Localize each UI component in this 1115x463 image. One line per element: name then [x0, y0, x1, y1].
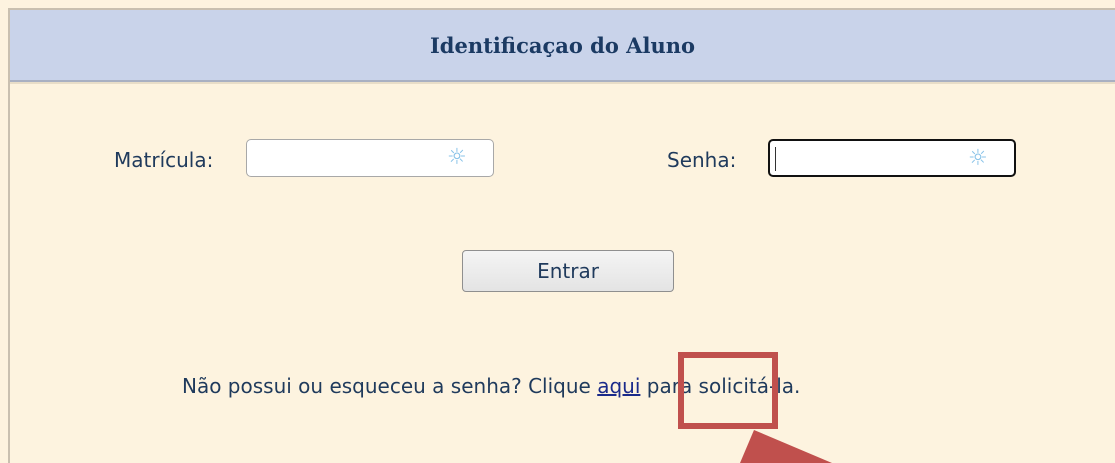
request-password-link[interactable]: aqui: [597, 374, 640, 398]
password-manager-icon[interactable]: ☼: [447, 145, 467, 171]
matricula-label: Matrícula:: [114, 148, 214, 172]
matricula-field[interactable]: ☼: [246, 139, 494, 177]
help-text: Não possui ou esqueceu a senha? Clique a…: [182, 374, 800, 398]
password-manager-icon[interactable]: ☼: [968, 146, 988, 172]
senha-field[interactable]: ☼: [768, 139, 1016, 177]
entrar-button[interactable]: Entrar: [462, 250, 674, 292]
help-text-before: Não possui ou esqueceu a senha? Clique: [182, 374, 598, 398]
senha-label: Senha:: [667, 148, 737, 172]
page-title: Identificaçao do Aluno: [10, 10, 1115, 82]
help-text-after: para solicitá-la.: [640, 374, 801, 398]
matricula-input[interactable]: [253, 144, 423, 172]
senha-input[interactable]: [776, 145, 946, 173]
